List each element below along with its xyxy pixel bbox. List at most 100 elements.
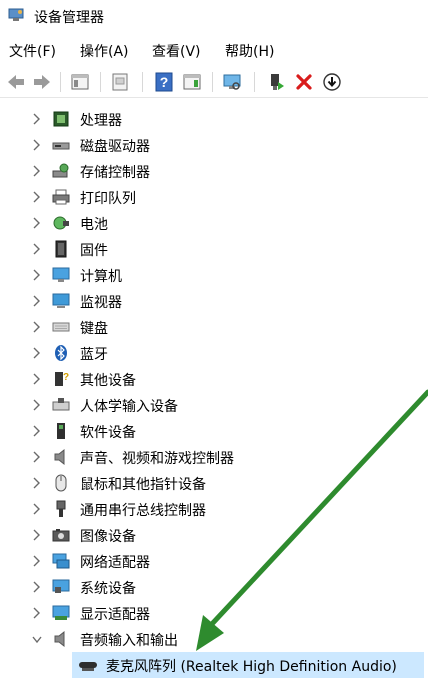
window-title: 设备管理器 xyxy=(34,10,104,26)
disk-drive-icon xyxy=(52,142,70,150)
menu-file[interactable]: 文件(F) xyxy=(9,41,56,61)
chevron-right-icon[interactable] xyxy=(32,138,42,152)
toolbar-separator xyxy=(254,72,255,92)
printer-icon xyxy=(52,189,70,205)
tree-node-monitor[interactable]: 监视器 xyxy=(0,288,428,314)
chevron-right-icon[interactable] xyxy=(32,476,42,490)
microphone-icon xyxy=(79,662,97,671)
speaker-icon xyxy=(54,448,65,466)
tree-node-label: 存储控制器 xyxy=(80,165,150,181)
chevron-right-icon[interactable] xyxy=(32,450,42,464)
tree-node-label: 图像设备 xyxy=(80,529,136,545)
firmware-icon xyxy=(55,240,67,258)
download-icon[interactable] xyxy=(322,72,342,92)
network-icon xyxy=(52,553,70,569)
tree-node-print-queue[interactable]: 打印队列 xyxy=(0,184,428,210)
tree-node-system-devices[interactable]: 系统设备 xyxy=(0,574,428,600)
storage-controller-icon xyxy=(52,163,69,178)
tree-node-computer[interactable]: 计算机 xyxy=(0,262,428,288)
tree-node-sound-video-game[interactable]: 声音、视频和游戏控制器 xyxy=(0,444,428,470)
tree-node-mouse[interactable]: 鼠标和其他指针设备 xyxy=(0,470,428,496)
tree-node-processor[interactable]: 处理器 xyxy=(0,106,428,132)
chevron-right-icon[interactable] xyxy=(32,216,42,230)
tree-node-label: 处理器 xyxy=(80,113,122,129)
tree-node-label: 固件 xyxy=(80,243,108,259)
hid-icon xyxy=(52,398,70,411)
menu-view[interactable]: 查看(V) xyxy=(152,41,201,61)
chevron-right-icon[interactable] xyxy=(32,580,42,594)
tree-node-network-adapters[interactable]: 网络适配器 xyxy=(0,548,428,574)
update-icon[interactable] xyxy=(110,72,130,92)
chevron-down-icon[interactable] xyxy=(32,632,42,646)
tree-node-storage-controller[interactable]: 存储控制器 xyxy=(0,158,428,184)
tree-node-label: 电池 xyxy=(80,217,108,233)
chevron-right-icon[interactable] xyxy=(32,268,42,282)
tree-node-label: 其他设备 xyxy=(80,373,136,389)
menu-help[interactable]: 帮助(H) xyxy=(225,41,274,61)
tree-node-keyboard[interactable]: 键盘 xyxy=(0,314,428,340)
tree-node-other-devices[interactable]: ? 其他设备 xyxy=(0,366,428,392)
menu-action[interactable]: 操作(A) xyxy=(80,41,129,61)
chevron-right-icon[interactable] xyxy=(32,372,42,386)
toolbar-separator xyxy=(142,72,143,92)
tree-node-label: 计算机 xyxy=(80,269,122,285)
tree-node-label: 磁盘驱动器 xyxy=(80,139,150,155)
chevron-right-icon[interactable] xyxy=(32,528,42,542)
tree-node-battery[interactable]: 电池 xyxy=(0,210,428,236)
tree-node-label: 音频输入和输出 xyxy=(80,633,178,649)
help-icon[interactable]: ? xyxy=(154,72,174,92)
usb-icon xyxy=(56,500,66,517)
monitor-icon xyxy=(52,293,70,308)
chevron-right-icon[interactable] xyxy=(32,164,42,178)
chevron-right-icon[interactable] xyxy=(32,112,42,126)
tree-node-label: 麦克风阵列 (Realtek High Definition Audio) xyxy=(106,659,397,675)
tree-node-label: 系统设备 xyxy=(80,581,136,597)
chevron-right-icon[interactable] xyxy=(32,554,42,568)
toolbar: ? xyxy=(0,66,428,98)
forward-icon[interactable] xyxy=(32,72,52,92)
tree-node-display-adapters[interactable]: 显示适配器 xyxy=(0,600,428,626)
chevron-right-icon[interactable] xyxy=(32,346,42,360)
uninstall-icon[interactable] xyxy=(294,72,314,92)
tree-node-label: 人体学输入设备 xyxy=(80,399,178,415)
chevron-right-icon[interactable] xyxy=(32,502,42,516)
processor-icon xyxy=(53,111,69,127)
battery-icon xyxy=(53,216,69,230)
chevron-right-icon[interactable] xyxy=(32,320,42,334)
title-bar: 设备管理器 xyxy=(0,0,428,32)
chevron-right-icon[interactable] xyxy=(32,424,42,438)
chevron-right-icon[interactable] xyxy=(32,606,42,620)
camera-icon xyxy=(52,529,70,542)
other-device-icon: ? xyxy=(55,372,69,386)
tree-node-imaging-devices[interactable]: 图像设备 xyxy=(0,522,428,548)
tree-node-firmware[interactable]: 固件 xyxy=(0,236,428,262)
tree-node-label: 键盘 xyxy=(80,321,108,337)
tree-node-label: 软件设备 xyxy=(80,425,136,441)
display-adapter-icon xyxy=(52,605,70,620)
tree-node-disk-drive[interactable]: 磁盘驱动器 xyxy=(0,132,428,158)
computer-icon xyxy=(52,267,70,282)
bluetooth-icon xyxy=(55,345,67,361)
tree-node-label: 声音、视频和游戏控制器 xyxy=(80,451,234,467)
view-icon[interactable] xyxy=(182,72,202,92)
tree-node-bluetooth[interactable]: 蓝牙 xyxy=(0,340,428,366)
chevron-right-icon[interactable] xyxy=(32,190,42,204)
tree-node-label: 鼠标和其他指针设备 xyxy=(80,477,206,493)
tree-node-usb-controllers[interactable]: 通用串行总线控制器 xyxy=(0,496,428,522)
toolbar-separator xyxy=(212,72,213,92)
chevron-right-icon[interactable] xyxy=(32,294,42,308)
scan-icon[interactable] xyxy=(222,72,242,92)
enable-device-icon[interactable] xyxy=(266,72,286,92)
tree-node-software-device[interactable]: 软件设备 xyxy=(0,418,428,444)
chevron-right-icon[interactable] xyxy=(32,242,42,256)
tree-node-microphone-array[interactable]: 麦克风阵列 (Realtek High Definition Audio) xyxy=(72,652,424,678)
back-icon[interactable] xyxy=(6,72,26,92)
tree-node-audio-io[interactable]: 音频输入和输出 xyxy=(0,626,428,652)
mouse-icon xyxy=(55,474,67,492)
tree-node-label: 通用串行总线控制器 xyxy=(80,503,206,519)
chevron-right-icon[interactable] xyxy=(32,398,42,412)
properties-icon[interactable] xyxy=(70,72,90,92)
tree-node-hid[interactable]: 人体学输入设备 xyxy=(0,392,428,418)
tree-node-label: 监视器 xyxy=(80,295,122,311)
toolbar-separator xyxy=(60,72,61,92)
